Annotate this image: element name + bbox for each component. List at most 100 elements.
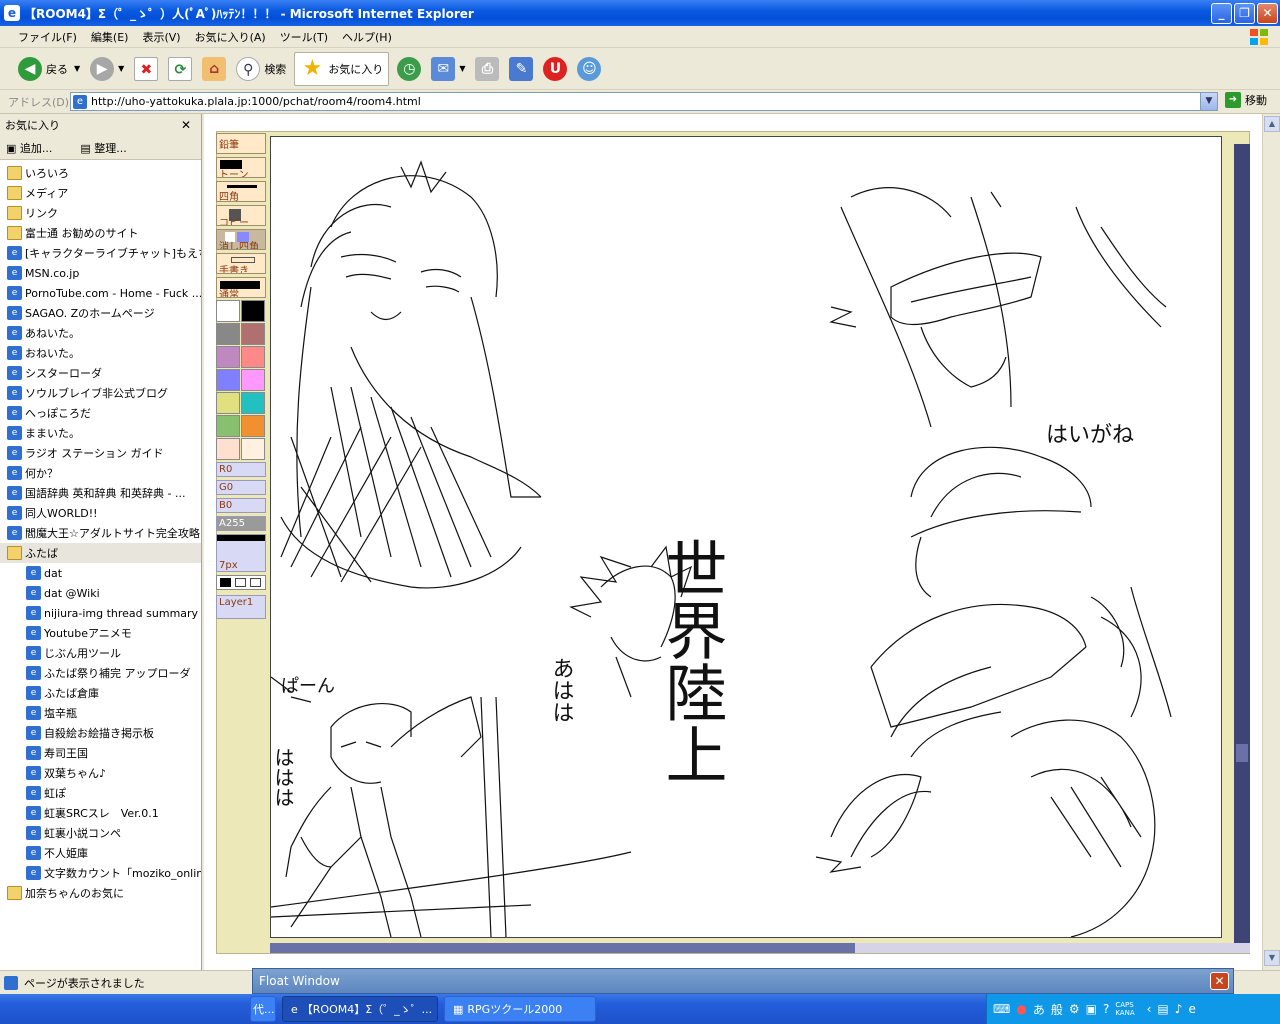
messenger-button[interactable]: ☺ [575, 52, 603, 86]
tool-rect[interactable]: 四角 [216, 181, 266, 202]
favorite-link[interactable]: e 虹裏SRCスレ Ver.0.1 [0, 803, 201, 823]
refresh-button[interactable]: ⟳ [166, 52, 194, 86]
tool-normal[interactable]: 通常 [216, 277, 266, 298]
maximize-button[interactable]: ❐ [1234, 3, 1255, 24]
chevron-down-icon[interactable]: ▼ [118, 64, 124, 73]
scroll-up-icon[interactable]: ▲ [1264, 116, 1280, 132]
tool-copy[interactable]: コピー [216, 205, 266, 226]
color-swatch[interactable] [241, 369, 265, 391]
page-vertical-scrollbar[interactable]: ▲ ▼ [1262, 114, 1280, 970]
stop-button[interactable]: ✖ [132, 52, 160, 86]
tray-expand-icon[interactable]: ‹ [1147, 1002, 1152, 1016]
back-button[interactable]: ◀ 戻る ▼ [16, 52, 82, 86]
volume-icon[interactable]: ♪ [1175, 1002, 1183, 1016]
favorite-link[interactable]: e あねいた。 [0, 323, 201, 343]
mail-button[interactable]: ✉ ▼ [429, 52, 467, 86]
size-slider[interactable]: 7px [216, 534, 266, 572]
color-swatch[interactable] [216, 415, 240, 437]
ime-icon[interactable]: ● [1016, 1002, 1026, 1016]
color-swatch[interactable] [216, 323, 240, 345]
canvas-horizontal-scrollbar[interactable] [270, 943, 1250, 953]
favorites-close-icon[interactable]: ✕ [181, 118, 191, 132]
favorite-link[interactable]: e 寿司王国 [0, 743, 201, 763]
favorite-folder[interactable]: 富士通 お勧めのサイト [0, 223, 201, 243]
favorite-link[interactable]: e MSN.co.jp [0, 263, 201, 283]
tool-pencil[interactable]: 鉛筆 [216, 133, 266, 154]
favorite-folder[interactable]: 加奈ちゃんのお気に [0, 883, 201, 903]
favorite-link[interactable]: e ふたば倉庫 [0, 683, 201, 703]
favorite-link[interactable]: e じぶん用ツール [0, 643, 201, 663]
favorite-link[interactable]: e 何か？ [0, 463, 201, 483]
tool-tone[interactable]: トーン [216, 157, 266, 178]
alpha-slider[interactable]: A255 [216, 516, 266, 531]
chevron-down-icon[interactable]: ▼ [74, 64, 80, 73]
home-button[interactable]: ⌂ [200, 52, 228, 86]
chevron-down-icon[interactable]: ▼ [459, 64, 465, 73]
favorite-link[interactable]: e 双葉ちゃん♪ [0, 763, 201, 783]
favorite-link[interactable]: e 塩辛瓶 [0, 703, 201, 723]
menu-favorites[interactable]: お気に入り(A) [195, 29, 266, 45]
color-swatch[interactable] [216, 300, 240, 322]
organize-favorites-button[interactable]: ▤ 整理... [80, 140, 140, 156]
tray-pad-icon[interactable]: ▣ [1086, 1002, 1097, 1016]
favorite-link[interactable]: e シスターローダ [0, 363, 201, 383]
favorite-link[interactable]: e文字数カウント「moziko_online... [0, 863, 201, 883]
blue-slider[interactable]: B0 [216, 498, 266, 513]
favorite-link[interactable]: e nijiura-img thread summary [0, 603, 201, 623]
minimize-button[interactable]: _ [1211, 3, 1232, 24]
favorite-link[interactable]: e Youtubeアニメモ [0, 623, 201, 643]
color-swatch[interactable] [241, 346, 265, 368]
address-dropdown-icon[interactable]: ▼ [1200, 93, 1217, 110]
canvas-hscroll-thumb[interactable] [270, 943, 855, 953]
mask-selector[interactable] [216, 575, 266, 590]
tool-erase-rect[interactable]: 消し四角 [216, 229, 266, 250]
favorite-link[interactable]: e[キャラクターライブチャット]もえちゃっ... [0, 243, 201, 263]
print-button[interactable]: ⎙ [473, 52, 501, 86]
menu-tools[interactable]: ツール(T) [280, 29, 328, 45]
history-button[interactable]: ◷ [395, 52, 423, 86]
favorite-link[interactable]: e 自殺絵お絵描き掲示板 [0, 723, 201, 743]
color-swatch[interactable] [216, 369, 240, 391]
close-button[interactable]: ✕ [1257, 3, 1278, 24]
favorite-link[interactable]: e ふたば祭り補完 アップローダ [0, 663, 201, 683]
favorite-link[interactable]: e 不人姫庫 [0, 843, 201, 863]
task-button-ie[interactable]: e 【ROOM4】Σ（゜_ゝ゜... [282, 996, 438, 1022]
favorite-link[interactable]: e ままいた。 [0, 423, 201, 443]
go-button[interactable]: ➜ 移動 [1225, 92, 1267, 108]
favorite-link[interactable]: e dat @Wiki [0, 583, 201, 603]
favorite-link[interactable]: e 虹裏小説コンペ [0, 823, 201, 843]
color-swatch[interactable] [241, 392, 265, 414]
keyboard-icon[interactable]: ⌨ [993, 1002, 1010, 1016]
ie-tray-icon[interactable]: e [1188, 1002, 1195, 1016]
forward-button[interactable]: ▶ ▼ [88, 52, 126, 86]
favorite-link[interactable]: e dat [0, 563, 201, 583]
color-swatch[interactable] [241, 300, 265, 322]
color-swatch[interactable] [216, 392, 240, 414]
color-swatch[interactable] [241, 415, 265, 437]
ime-general[interactable]: 般 [1051, 1001, 1063, 1018]
tray-tool-icon[interactable]: ⚙ [1069, 1002, 1080, 1016]
favorite-link[interactable]: e ソウルブレイブ非公式ブログ [0, 383, 201, 403]
drawing-canvas[interactable]: 世界陸上 はいがね あはは ははは ぱーん [270, 136, 1222, 938]
red-slider[interactable]: R0 [216, 462, 266, 477]
layer-selector[interactable]: Layer1 [216, 595, 266, 619]
favorite-folder[interactable]: リンク [0, 203, 201, 223]
favorite-link[interactable]: e SAGAO. Zのホームページ [0, 303, 201, 323]
favorite-link[interactable]: e へっぽころだ [0, 403, 201, 423]
task-button-rpg[interactable]: ▦ RPGツクール2000 [444, 996, 596, 1022]
favorite-folder[interactable]: いろいろ [0, 163, 201, 183]
menu-help[interactable]: ヘルプ(H) [342, 29, 392, 45]
menu-edit[interactable]: 編集(E) [91, 29, 129, 45]
favorite-link[interactable]: e 国語辞典 英和辞典 和英辞典 - ... [0, 483, 201, 503]
menu-file[interactable]: ファイル(F) [18, 29, 77, 45]
add-favorite-button[interactable]: ▣ 追加... [6, 140, 66, 156]
scroll-down-icon[interactable]: ▼ [1264, 950, 1280, 966]
task-button-1[interactable]: 代... [250, 996, 276, 1022]
address-input[interactable]: e http://uho-yattokuka.plala.jp:1000/pch… [70, 92, 1218, 111]
color-swatch[interactable] [241, 438, 265, 460]
ime-mode[interactable]: あ [1033, 1001, 1045, 1018]
menu-view[interactable]: 表示(V) [142, 29, 180, 45]
color-swatch[interactable] [241, 323, 265, 345]
float-window[interactable]: Float Window ✕ [252, 968, 1234, 994]
favorite-link[interactable]: e 閻魔大王☆アダルトサイト完全攻略 [0, 523, 201, 543]
